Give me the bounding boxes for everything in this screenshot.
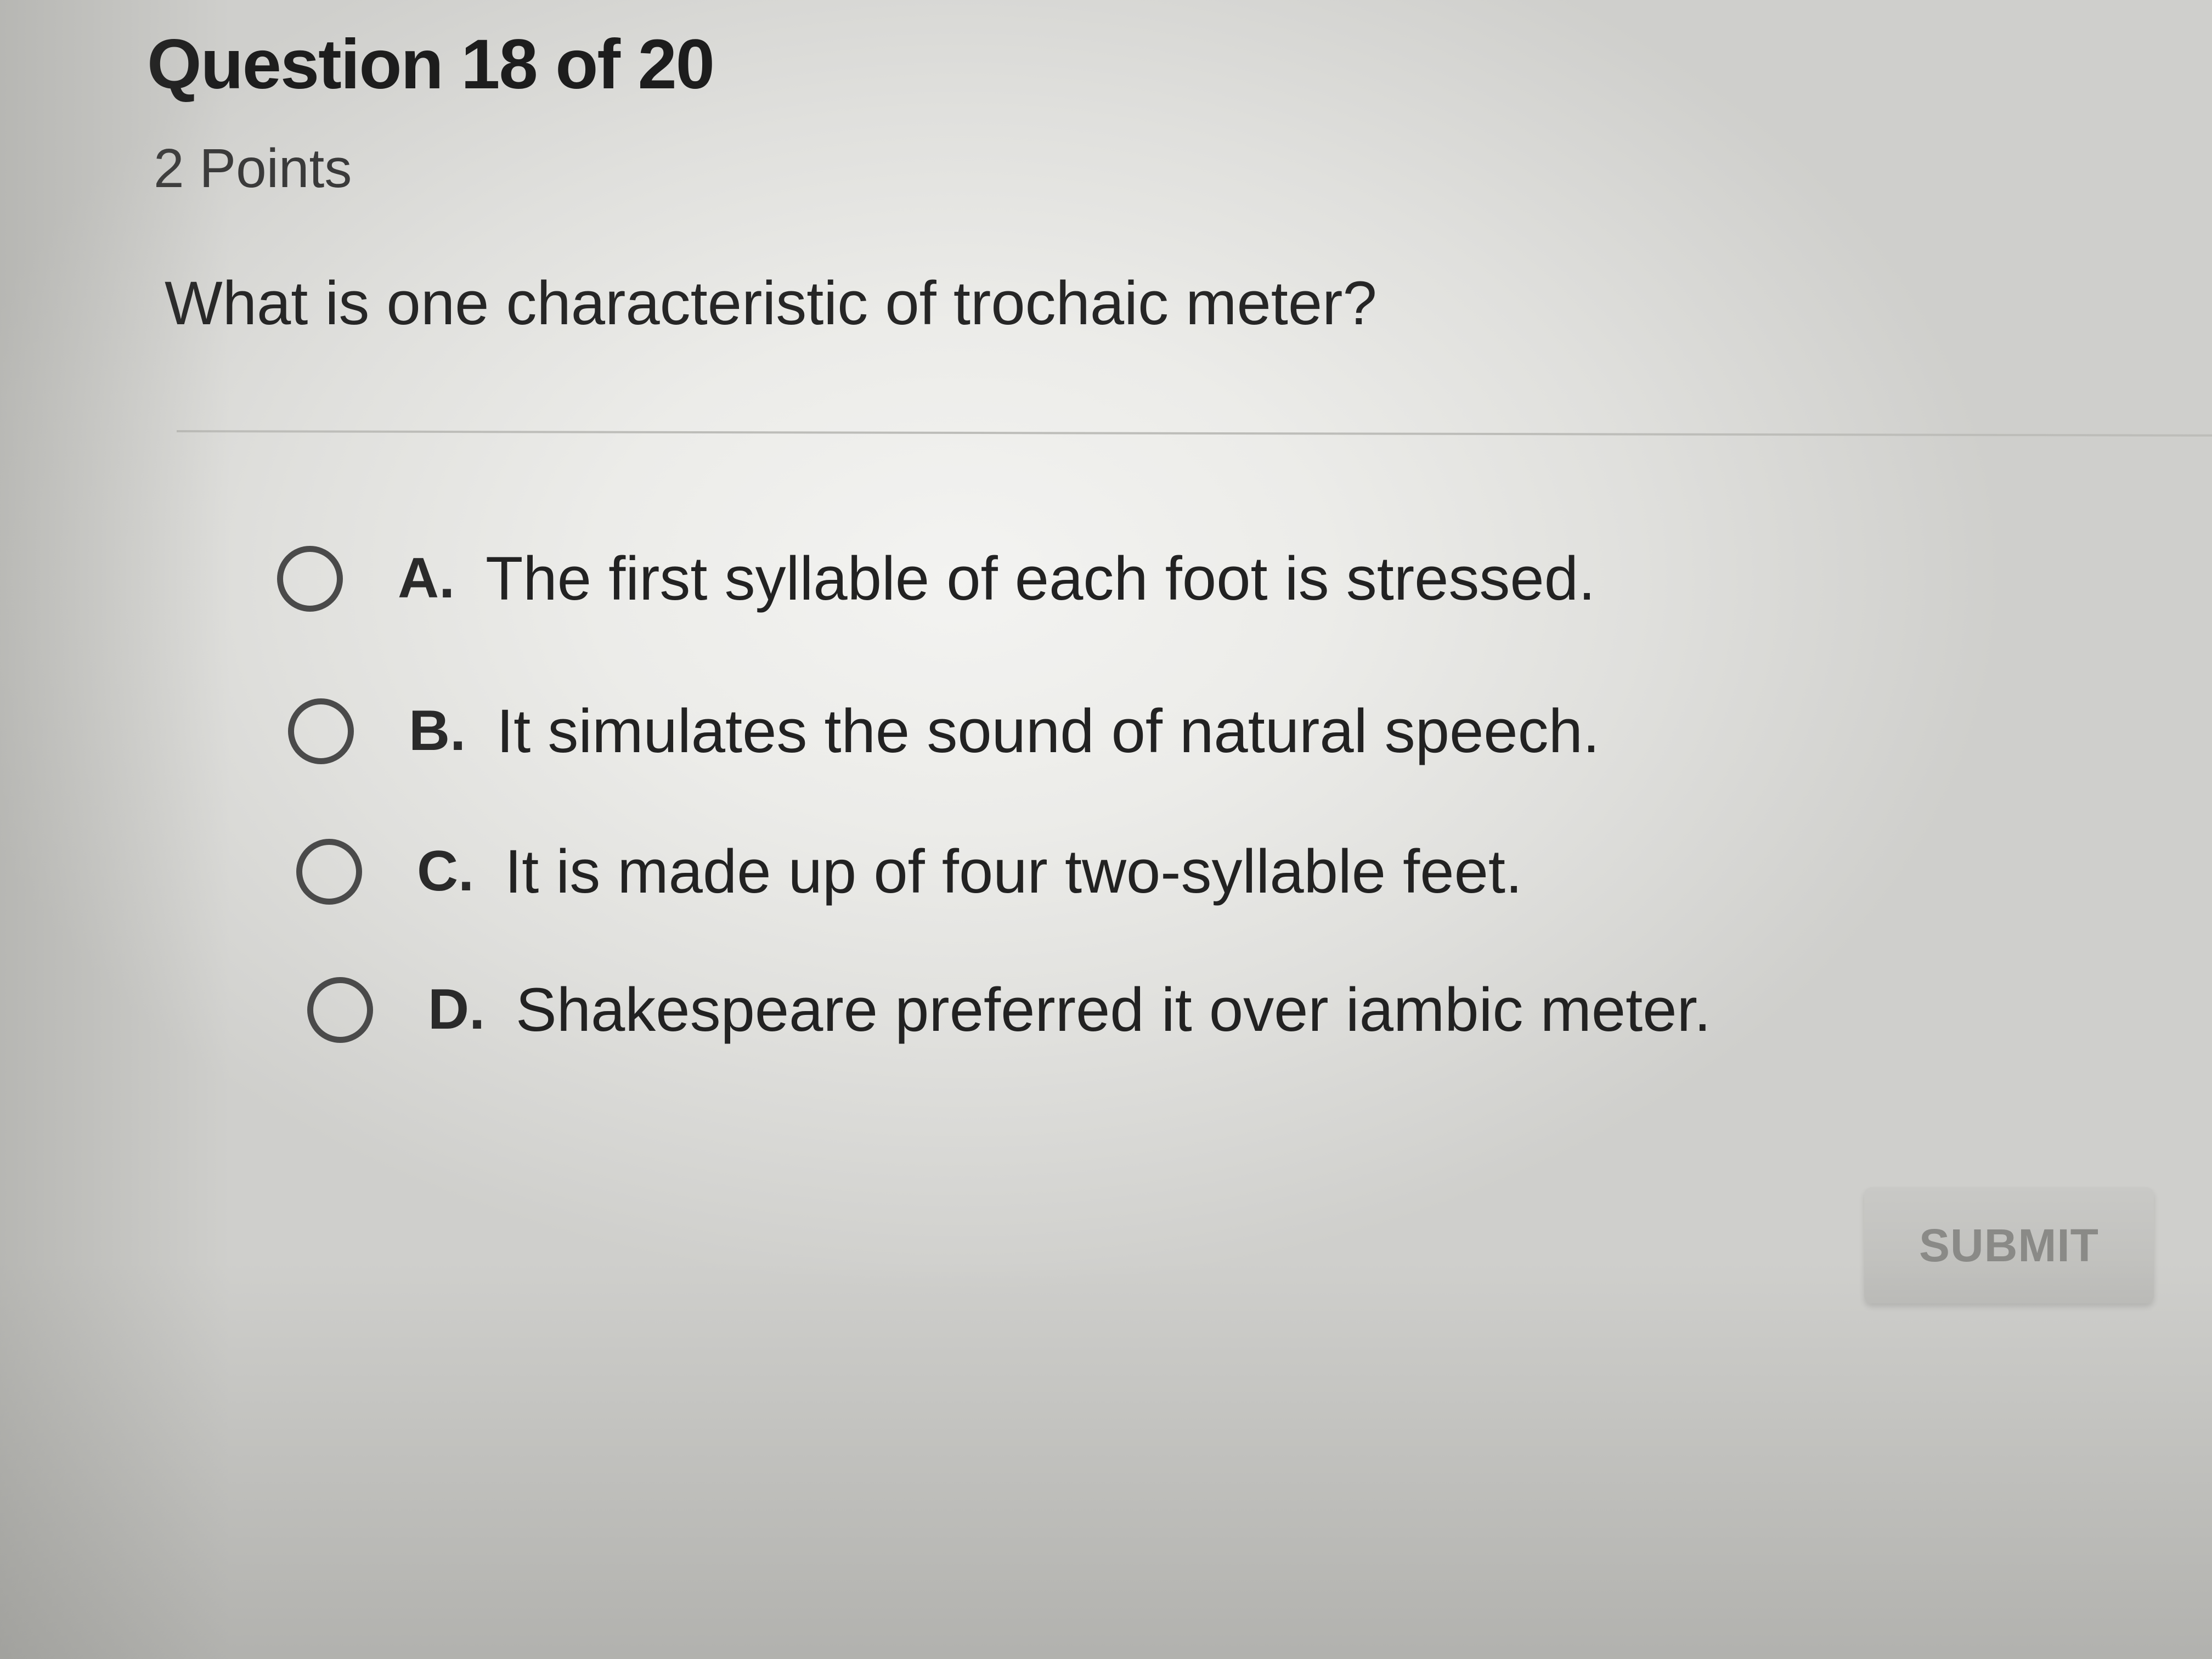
- option-letter: D.: [428, 978, 485, 1041]
- radio-unselected-icon[interactable]: [307, 977, 373, 1043]
- photo-vignette: [0, 0, 2212, 1659]
- option-text: Shakespeare preferred it over iambic met…: [516, 975, 1711, 1044]
- question-prompt: What is one characteristic of trochaic m…: [165, 269, 1377, 337]
- option-text: It is made up of four two-syllable feet.: [505, 837, 1523, 906]
- question-counter: Question 18 of 20: [147, 25, 715, 104]
- option-letter: C.: [417, 839, 474, 903]
- answer-option-c[interactable]: C. It is made up of four two-syllable fe…: [296, 836, 1522, 907]
- radio-unselected-icon[interactable]: [277, 545, 343, 612]
- quiz-screen: Question 18 of 20 2 Points What is one c…: [0, 0, 2212, 1659]
- points-label: 2 Points: [154, 138, 352, 199]
- option-letter: B.: [409, 699, 466, 763]
- radio-unselected-icon[interactable]: [296, 838, 362, 905]
- submit-button[interactable]: SUBMIT: [1864, 1187, 2154, 1304]
- answer-option-b[interactable]: B. It simulates the sound of natural spe…: [288, 696, 1600, 766]
- answer-option-d[interactable]: D. Shakespeare preferred it over iambic …: [307, 974, 1711, 1045]
- option-text: The first syllable of each foot is stres…: [486, 544, 1596, 613]
- answer-option-a[interactable]: A. The first syllable of each foot is st…: [277, 543, 1595, 614]
- radio-unselected-icon[interactable]: [288, 698, 354, 764]
- option-letter: A.: [398, 546, 455, 610]
- divider: [176, 430, 2212, 437]
- option-text: It simulates the sound of natural speech…: [496, 697, 1600, 765]
